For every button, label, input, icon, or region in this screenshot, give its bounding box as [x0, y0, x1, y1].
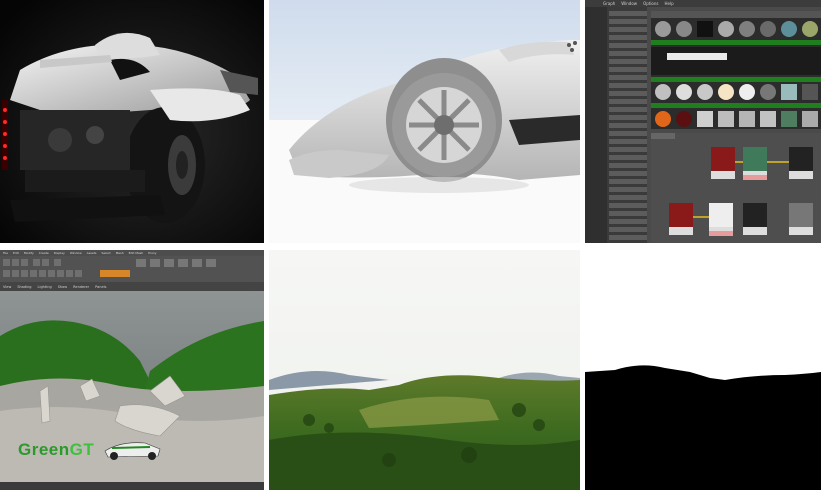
- render-front-wheel: [269, 0, 580, 243]
- menu-item[interactable]: Graph: [603, 1, 615, 6]
- menu-item[interactable]: Edit: [13, 251, 19, 255]
- panel-menu-item[interactable]: Show: [58, 285, 67, 289]
- hillside-landscape: [269, 250, 580, 490]
- hillside-matte: [585, 250, 821, 490]
- hillside-photo: [269, 250, 580, 490]
- menu-item[interactable]: Edit Mesh: [129, 251, 144, 255]
- menu-item[interactable]: Window: [70, 251, 82, 255]
- car-front-clay-render: [269, 0, 580, 243]
- hypershade-editor: Graph Window Options Help: [585, 0, 821, 243]
- hypershade-menubar: Graph Window Options Help: [585, 0, 821, 7]
- render-rear-view: [0, 0, 264, 243]
- menu-item[interactable]: Assets: [87, 251, 97, 255]
- menu-item[interactable]: Display: [54, 251, 65, 255]
- menu-item[interactable]: Mesh: [116, 251, 124, 255]
- viewport-panel-menu: View Shading Lighting Show Renderer Pane…: [0, 282, 264, 291]
- menu-item[interactable]: File: [3, 251, 8, 255]
- panel-menu-item[interactable]: Panels: [95, 285, 106, 289]
- matte-silhouette: [585, 250, 821, 490]
- menu-item[interactable]: Window: [621, 1, 637, 6]
- maya-viewport: File Edit Modify Create Display Window A…: [0, 250, 264, 490]
- greengt-logo: GreenGT: [18, 440, 95, 459]
- menu-item[interactable]: Help: [665, 1, 674, 6]
- panel-menu-item[interactable]: View: [3, 285, 11, 289]
- hypershade-panels: [585, 7, 821, 243]
- maya-timeline[interactable]: [0, 482, 264, 490]
- panel-menu-item[interactable]: Shading: [17, 285, 31, 289]
- menu-item[interactable]: Options: [643, 1, 658, 6]
- menu-item[interactable]: Create: [39, 251, 49, 255]
- panel-menu-item[interactable]: Renderer: [73, 285, 89, 289]
- menu-item[interactable]: Proxy: [148, 251, 156, 255]
- maya-status-toolbar: [0, 256, 264, 282]
- menu-item[interactable]: Select: [101, 251, 110, 255]
- panel-menu-item[interactable]: Lighting: [38, 285, 52, 289]
- menu-item[interactable]: Modify: [24, 251, 34, 255]
- race-car-rear-render: [0, 0, 264, 243]
- toolbar-icons: [3, 259, 216, 277]
